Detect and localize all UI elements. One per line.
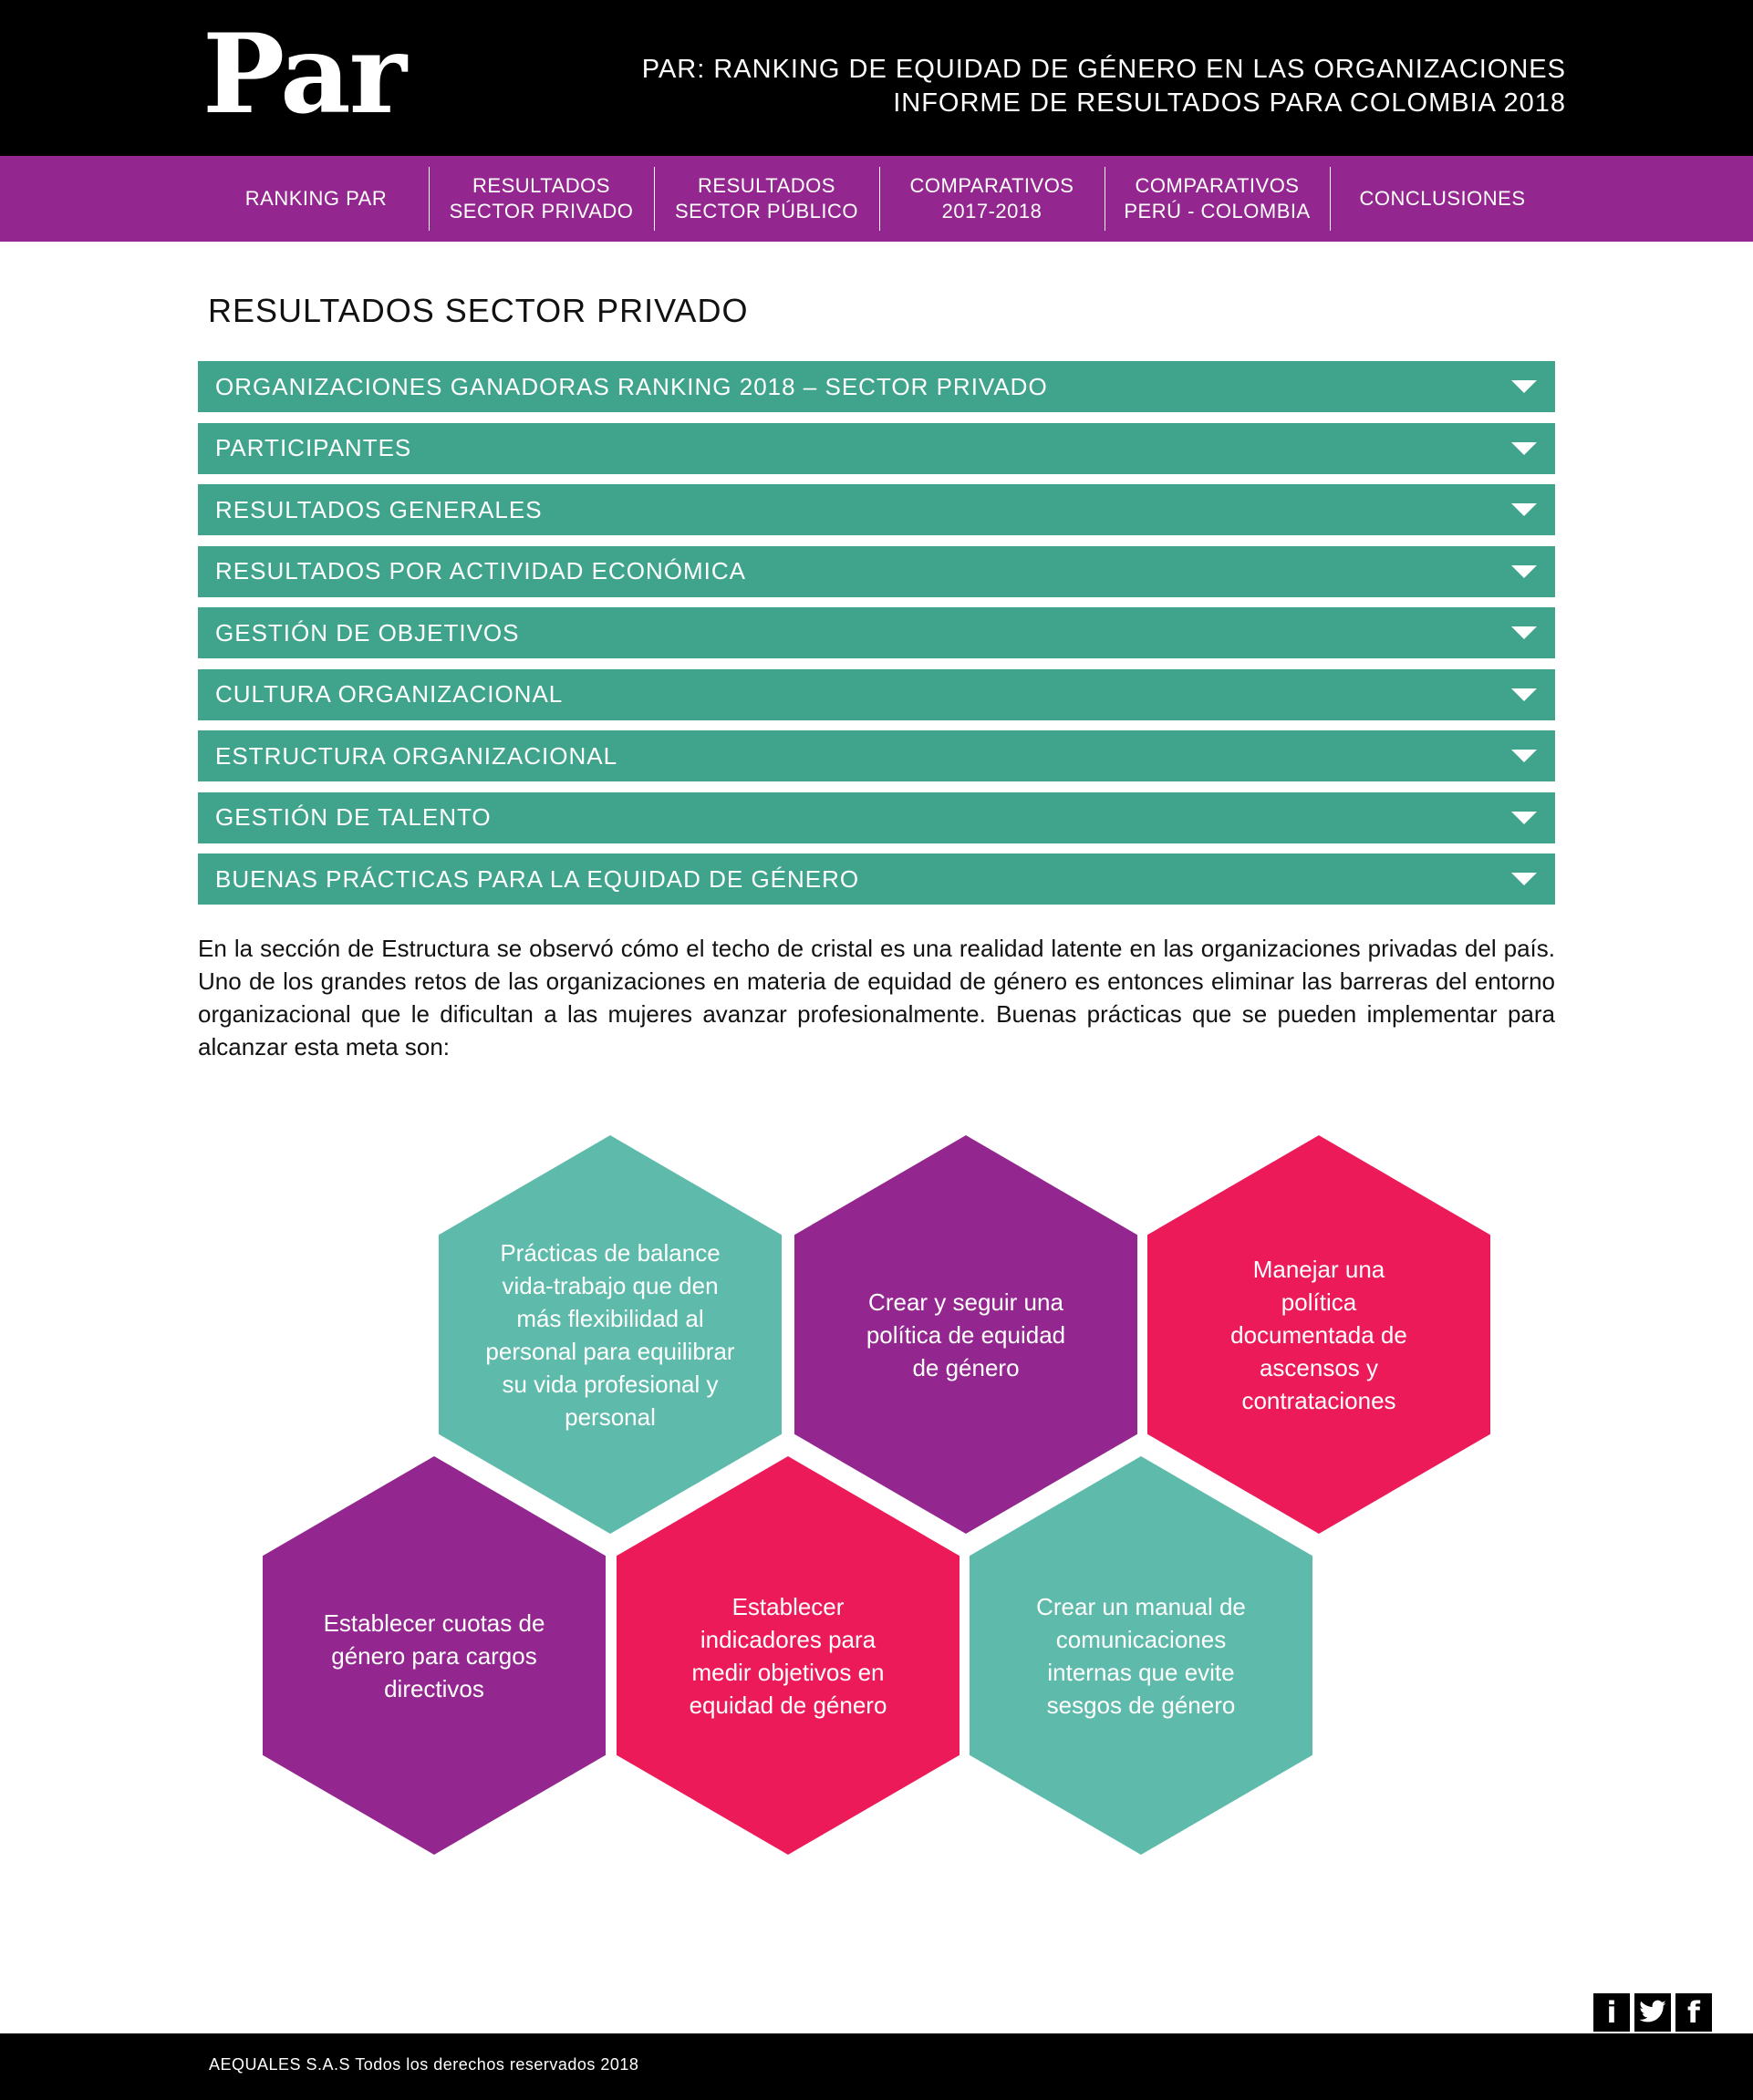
nav-item-comparativos-peru-colombia[interactable]: COMPARATIVOS PERÚ - COLOMBIA: [1105, 156, 1330, 242]
report-title-line2: INFORME DE RESULTADOS PARA COLOMBIA 2018: [893, 88, 1566, 118]
accordion-label: RESULTADOS POR ACTIVIDAD ECONÓMICA: [215, 557, 747, 584]
accordion-item-ganadoras[interactable]: ORGANIZACIONES GANADORAS RANKING 2018 – …: [198, 361, 1555, 412]
nav-item-label: RESULTADOS: [472, 174, 610, 197]
report-title-line1: PAR: RANKING DE EQUIDAD DE GÉNERO EN LAS…: [641, 55, 1566, 84]
twitter-icon[interactable]: [1634, 1993, 1671, 2032]
accordion-item-resultados-generales[interactable]: RESULTADOS GENERALES: [198, 484, 1555, 535]
practice-hexagon: Crear un manual de comunicaciones intern…: [970, 1456, 1312, 1855]
results-accordion: ORGANIZACIONES GANADORAS RANKING 2018 – …: [198, 361, 1555, 916]
accordion-item-participantes[interactable]: PARTICIPANTES: [198, 422, 1555, 474]
nav-item-label: SECTOR PÚBLICO: [675, 200, 858, 222]
chevron-down-icon[interactable]: [1511, 688, 1537, 701]
nav-item-label: RESULTADOS: [698, 174, 835, 197]
practice-text: Prácticas de balance vida-trabajo que de…: [485, 1238, 735, 1431]
chevron-down-icon[interactable]: [1511, 380, 1537, 393]
twitter-bird-shape: [1639, 2000, 1666, 2022]
practice-text: Establecer cuotas de género para cargos …: [323, 1609, 545, 1702]
nav-item-resultados-sector-publico[interactable]: RESULTADOS SECTOR PÚBLICO: [654, 156, 879, 242]
accordion-item-buenas-practicas[interactable]: BUENAS PRÁCTICAS PARA LA EQUIDAD DE GÉNE…: [198, 853, 1555, 905]
accordion-label: RESULTADOS GENERALES: [215, 495, 543, 523]
accordion-item-gestion-talento[interactable]: GESTIÓN DE TALENTO: [198, 791, 1555, 843]
report-title: PAR: RANKING DE EQUIDAD DE GÉNERO EN LAS…: [642, 53, 1566, 120]
accordion-item-estructura-organizacional[interactable]: ESTRUCTURA ORGANIZACIONAL: [198, 730, 1555, 781]
site-footer: AEQUALES S.A.S Todos los derechos reserv…: [0, 2033, 1753, 2100]
chevron-down-icon[interactable]: [1511, 503, 1537, 516]
nav-item-comparativos-2017-2018[interactable]: COMPARATIVOS 2017-2018: [879, 156, 1105, 242]
practice-hexagon: Establecer cuotas de género para cargos …: [263, 1456, 606, 1855]
accordion-label: PARTICIPANTES: [215, 434, 412, 461]
nav-item-label: COMPARATIVOS: [909, 174, 1074, 197]
site-header: Par PAR: RANKING DE EQUIDAD DE GÉNERO EN…: [0, 0, 1753, 156]
social-links: i f: [1593, 1993, 1712, 2032]
copyright-text: AEQUALES S.A.S Todos los derechos reserv…: [209, 2055, 639, 2074]
chevron-down-icon[interactable]: [1511, 564, 1537, 578]
par-logo[interactable]: Par: [202, 20, 407, 129]
accordion-label: ESTRUCTURA ORGANIZACIONAL: [215, 741, 618, 770]
accordion-item-cultura-organizacional[interactable]: CULTURA ORGANIZACIONAL: [198, 668, 1555, 720]
chevron-down-icon[interactable]: [1511, 750, 1537, 762]
nav-item-label: 2017-2018: [941, 200, 1042, 222]
nav-item-resultados-sector-privado[interactable]: RESULTADOS SECTOR PRIVADO: [429, 156, 654, 242]
accordion-label: ORGANIZACIONES GANADORAS RANKING 2018 – …: [215, 372, 1048, 400]
accordion-item-actividad-economica[interactable]: RESULTADOS POR ACTIVIDAD ECONÓMICA: [198, 545, 1555, 597]
practice-text: Establecer indicadores para medir objeti…: [689, 1592, 887, 1719]
intro-paragraph: En la sección de Estructura se observó c…: [198, 935, 1555, 1060]
chevron-down-icon[interactable]: [1511, 873, 1537, 885]
main-nav: RANKING PAR RESULTADOS SECTOR PRIVADO RES…: [0, 156, 1753, 242]
nav-item-conclusiones[interactable]: CONCLUSIONES: [1330, 156, 1555, 242]
accordion-label: BUENAS PRÁCTICAS PARA LA EQUIDAD DE GÉNE…: [215, 864, 860, 893]
facebook-icon[interactable]: f: [1675, 1993, 1712, 2032]
practice-hexagon: Prácticas de balance vida-trabajo que de…: [439, 1135, 782, 1534]
practice-hexagon: Manejar una política documentada de asce…: [1147, 1135, 1490, 1534]
nav-item-label: PERÚ - COLOMBIA: [1124, 200, 1311, 222]
practice-text: Manejar una política documentada de asce…: [1230, 1255, 1407, 1414]
nav-item-ranking-par[interactable]: RANKING PAR: [203, 156, 429, 242]
practice-text: Crear y seguir una política de equidad d…: [866, 1288, 1066, 1381]
chevron-down-icon[interactable]: [1511, 441, 1537, 455]
nav-item-label: CONCLUSIONES: [1359, 187, 1526, 210]
chevron-down-icon[interactable]: [1511, 626, 1537, 639]
chevron-down-icon[interactable]: [1511, 811, 1537, 824]
practice-text: Crear un manual de comunicaciones intern…: [1036, 1592, 1246, 1719]
practice-hexagon: Crear y seguir una política de equidad d…: [794, 1135, 1137, 1534]
nav-items: RANKING PAR RESULTADOS SECTOR PRIVADO RES…: [203, 156, 1555, 242]
nav-item-label: COMPARATIVOS: [1135, 174, 1300, 197]
accordion-label: GESTIÓN DE OBJETIVOS: [215, 618, 520, 647]
info-glyph: i: [1606, 1995, 1617, 2030]
instagram-icon[interactable]: i: [1593, 1993, 1630, 2032]
practice-hexagon: Establecer indicadores para medir objeti…: [617, 1456, 959, 1855]
facebook-glyph: f: [1687, 1995, 1700, 2030]
accordion-label: GESTIÓN DE TALENTO: [215, 803, 492, 831]
accordion-item-gestion-objetivos[interactable]: GESTIÓN DE OBJETIVOS: [198, 607, 1555, 658]
page-title: RESULTADOS SECTOR PRIVADO: [208, 292, 749, 329]
nav-item-label: SECTOR PRIVADO: [449, 200, 634, 222]
nav-item-label: RANKING PAR: [244, 187, 388, 210]
accordion-label: CULTURA ORGANIZACIONAL: [215, 680, 564, 708]
